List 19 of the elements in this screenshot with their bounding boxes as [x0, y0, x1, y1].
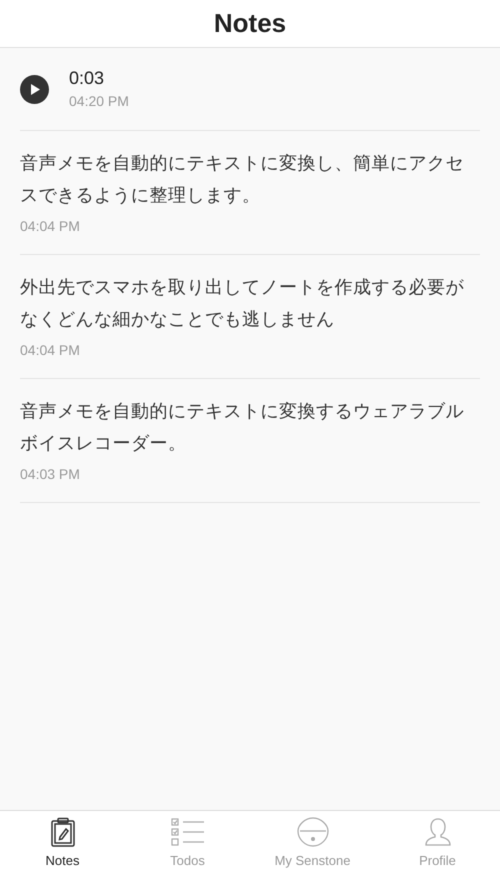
clipboard-icon — [50, 816, 76, 846]
note-time: 04:20 PM — [69, 92, 129, 111]
note-text: 音声メモを自動的にテキストに変換するウェアラブルボイスレコーダー。 — [20, 400, 465, 455]
note-time: 04:03 PM — [20, 465, 81, 484]
tab-bar-item[interactable]: Profile — [375, 811, 500, 872]
screen-title: Notes — [214, 7, 286, 40]
play-button[interactable] — [20, 74, 49, 104]
device-icon — [296, 816, 328, 846]
note-time: 04:04 PM — [20, 217, 81, 236]
note-text: 音声メモを自動的にテキストに変換し、簡単にアクセスできるように整理します。 — [20, 152, 465, 207]
note-time: 04:04 PM — [20, 341, 81, 360]
checklist-icon — [170, 816, 204, 846]
tab-bar-item[interactable]: My Senstone — [250, 811, 375, 872]
tab-bar-item[interactable]: Notes — [0, 811, 125, 872]
note-text: 外出先でスマホを取り出してノートを作成する必要がなくどんな細かなことでも逃しません — [20, 276, 465, 331]
play-icon — [30, 84, 40, 94]
person-icon — [424, 816, 452, 846]
note-duration: 0:03 — [69, 67, 106, 90]
tab-bar-item[interactable]: Todos — [125, 811, 250, 872]
